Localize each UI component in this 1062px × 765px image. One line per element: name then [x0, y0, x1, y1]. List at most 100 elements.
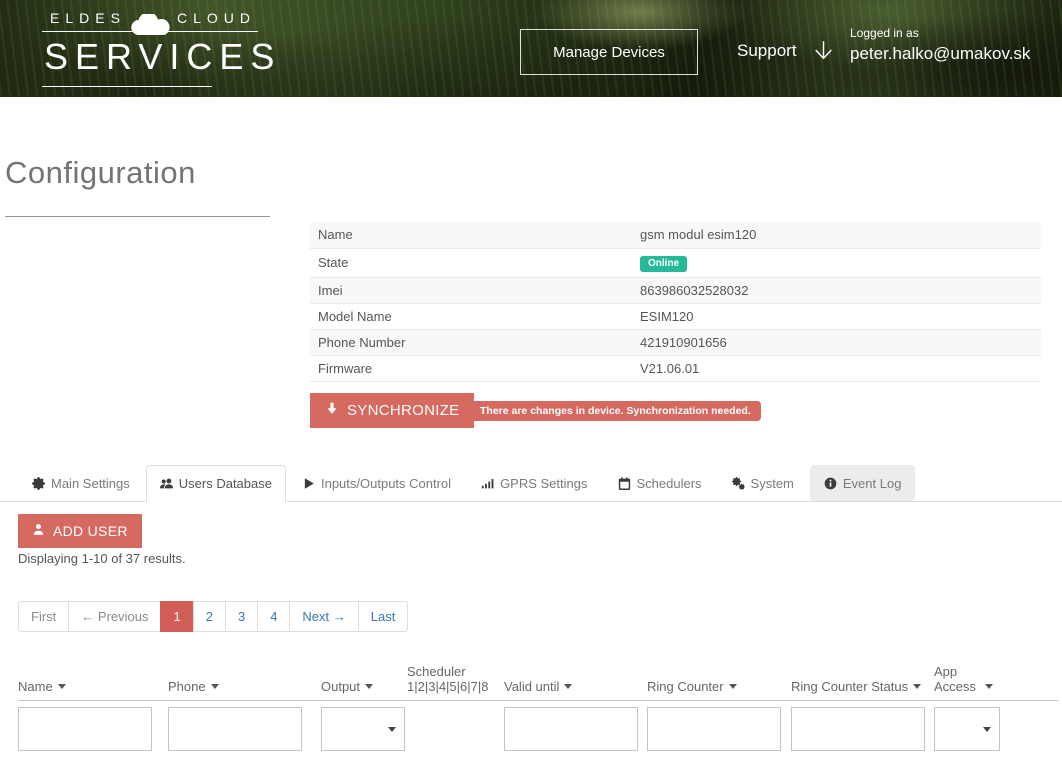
- column-header-scheduler: Scheduler 1|2|3|4|5|6|7|8: [407, 664, 504, 701]
- device-info-row: Firmware V21.06.01: [310, 355, 1041, 381]
- app-access-filter-select[interactable]: [934, 707, 1000, 751]
- column-header-ring-counter[interactable]: Ring Counter: [647, 664, 791, 701]
- phone-filter-input[interactable]: [168, 707, 302, 751]
- gear-icon: [32, 477, 45, 490]
- filter-row: [18, 701, 1058, 752]
- ring-counter-filter-input[interactable]: [647, 707, 781, 751]
- column-header-app-access[interactable]: App Access: [934, 664, 1004, 701]
- column-header-phone[interactable]: Phone: [168, 664, 321, 701]
- tab-label: Event Log: [843, 476, 902, 491]
- users-icon: [160, 477, 173, 490]
- tab-schedulers[interactable]: Schedulers: [604, 465, 716, 501]
- title-divider: [5, 216, 270, 217]
- device-phone-value: 421910901656: [632, 329, 1041, 355]
- signal-bars-icon: [481, 477, 494, 490]
- cloud-icon: [128, 14, 172, 36]
- device-info-table: Name gsm modul esim120 State Online Imei…: [310, 222, 1041, 382]
- page: ELDES CLOUD SERVICES Manage Devices Supp…: [0, 0, 1062, 765]
- app-header: ELDES CLOUD SERVICES Manage Devices Supp…: [0, 0, 1062, 97]
- support-label: Support: [737, 41, 797, 61]
- device-info-label: Model Name: [310, 303, 632, 329]
- user-account-menu[interactable]: Logged in as peter.halko@umakov.sk: [850, 26, 1060, 64]
- eldes-cloud-logo[interactable]: ELDES CLOUD SERVICES: [42, 7, 258, 87]
- sort-caret-icon: [564, 684, 572, 689]
- logo-text-services: SERVICES: [42, 32, 258, 86]
- tab-label: Main Settings: [51, 476, 130, 491]
- sort-caret-icon: [913, 684, 921, 689]
- device-info-row: Name gsm modul esim120: [310, 222, 1041, 248]
- pagination-first[interactable]: First: [18, 601, 69, 632]
- tab-users-database[interactable]: Users Database: [146, 465, 286, 502]
- config-tabs: Main Settings Users Database Inputs/Outp…: [0, 465, 1062, 502]
- device-model-value: ESIM120: [632, 303, 1041, 329]
- tab-label: Schedulers: [637, 476, 702, 491]
- logo-underline: [42, 86, 212, 87]
- synchronize-button[interactable]: SYNCHRONIZE: [310, 393, 474, 428]
- device-info-label: Firmware: [310, 355, 632, 381]
- cogs-icon: [732, 477, 745, 490]
- scheduler-filter-empty: [407, 701, 504, 752]
- users-table-header-row: Name Phone Output Scheduler 1|2|3|4|5|6|…: [18, 664, 1058, 701]
- device-info-row: Imei 863986032528032: [310, 277, 1041, 303]
- sort-caret-icon: [985, 684, 993, 689]
- column-header-filler: [1004, 664, 1058, 701]
- device-name-value: gsm modul esim120: [632, 222, 1041, 248]
- valid-until-filter-input[interactable]: [504, 707, 638, 751]
- pagination-page-2[interactable]: 2: [193, 601, 226, 632]
- tab-label: System: [751, 476, 794, 491]
- pagination-last[interactable]: Last: [358, 601, 409, 632]
- status-badge: Online: [640, 256, 687, 272]
- logo-text-cloud: CLOUD: [177, 10, 256, 26]
- column-header-name[interactable]: Name: [18, 664, 168, 701]
- device-info-row: State Online: [310, 248, 1041, 277]
- device-imei-value: 863986032528032: [632, 277, 1041, 303]
- pagination-next[interactable]: Next →: [289, 601, 358, 632]
- device-info-row: Phone Number 421910901656: [310, 329, 1041, 355]
- page-title: Configuration: [5, 155, 196, 191]
- sort-caret-icon: [211, 684, 219, 689]
- tab-system[interactable]: System: [718, 465, 808, 501]
- calendar-icon: [618, 477, 631, 490]
- device-info-label: Imei: [310, 277, 632, 303]
- user-email: peter.halko@umakov.sk: [850, 44, 1030, 64]
- logo-text-eldes: ELDES: [50, 10, 126, 26]
- column-header-output[interactable]: Output: [321, 664, 407, 701]
- ring-counter-status-filter-input[interactable]: [791, 707, 925, 751]
- tab-label: Inputs/Outputs Control: [321, 476, 451, 491]
- device-info-row: Model Name ESIM120: [310, 303, 1041, 329]
- chevron-down-icon: [811, 38, 836, 63]
- pagination-previous[interactable]: ← Previous: [68, 601, 161, 632]
- tab-gprs-settings[interactable]: GPRS Settings: [467, 465, 601, 501]
- add-user-button[interactable]: ADD USER: [18, 514, 142, 548]
- synchronize-label: SYNCHRONIZE: [347, 402, 459, 419]
- column-header-valid-until[interactable]: Valid until: [504, 664, 647, 701]
- tab-event-log[interactable]: Event Log: [810, 465, 916, 501]
- device-info-label: Name: [310, 222, 632, 248]
- results-summary: Displaying 1-10 of 37 results.: [18, 551, 186, 566]
- pagination: First ← Previous 1 2 3 4 Next → Last: [18, 601, 408, 632]
- pagination-page-1[interactable]: 1: [160, 601, 193, 632]
- pagination-page-4[interactable]: 4: [257, 601, 290, 632]
- sync-warning-badge: There are changes in device. Synchroniza…: [470, 401, 761, 421]
- sort-caret-icon: [58, 684, 66, 689]
- download-arrow-icon: [325, 402, 339, 420]
- device-info-label: State: [310, 248, 632, 277]
- output-filter-select[interactable]: [321, 707, 405, 751]
- tab-inputs-outputs-control[interactable]: Inputs/Outputs Control: [288, 465, 465, 501]
- manage-devices-button[interactable]: Manage Devices: [520, 29, 698, 75]
- tab-label: Users Database: [179, 476, 272, 491]
- sort-caret-icon: [729, 684, 737, 689]
- users-table: Name Phone Output Scheduler 1|2|3|4|5|6|…: [18, 664, 1058, 751]
- person-icon: [32, 523, 45, 539]
- logo-top-row: ELDES CLOUD: [42, 7, 258, 32]
- tab-main-settings[interactable]: Main Settings: [18, 465, 144, 501]
- tab-label: GPRS Settings: [500, 476, 587, 491]
- pagination-page-3[interactable]: 3: [225, 601, 258, 632]
- logged-in-as-label: Logged in as: [850, 26, 1030, 40]
- name-filter-input[interactable]: [18, 707, 152, 751]
- play-icon: [302, 477, 315, 490]
- column-header-ring-counter-status[interactable]: Ring Counter Status: [791, 664, 934, 701]
- sort-caret-icon: [365, 684, 373, 689]
- support-menu[interactable]: Support: [737, 38, 836, 63]
- add-user-label: ADD USER: [53, 523, 128, 539]
